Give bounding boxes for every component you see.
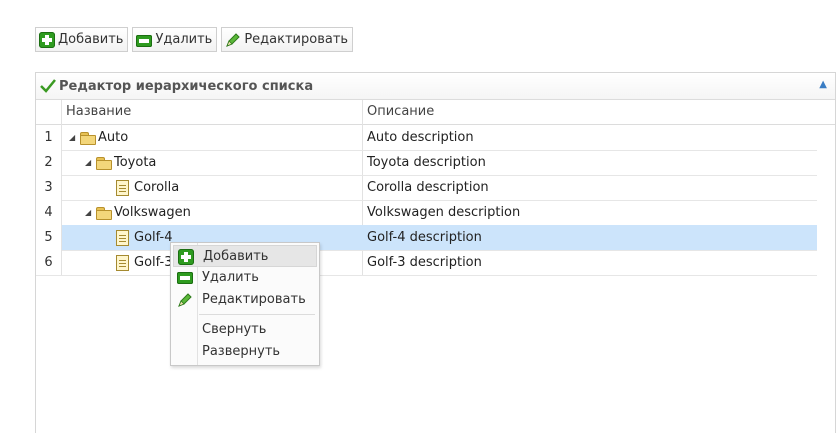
menu-item-delete[interactable]: Удалить [173,267,317,289]
tree-cell: Corolla [116,175,179,200]
menu-item-label: Свернуть [202,322,267,337]
menu-item-expand[interactable]: Развернуть [173,341,317,363]
panel-title: Редактор иерархического списка [59,78,314,94]
menu-item-collapse[interactable]: Свернуть [173,319,317,341]
toolbar: Добавить Удалить Редактировать [35,27,354,52]
tree-cell: Golf-3 [116,250,172,275]
add-button-label: Добавить [58,32,124,47]
pencil-icon [178,293,192,307]
folder-icon [96,156,112,170]
column-header-description[interactable]: Описание [367,100,434,124]
menu-item-label: Редактировать [202,292,306,307]
minus-icon [136,34,153,47]
description-cell: Golf-3 description [367,255,482,270]
description-cell: Auto description [367,130,474,145]
plus-icon [39,31,55,48]
menu-item-label: Добавить [203,249,269,264]
document-icon [116,229,129,246]
row-number: 1 [36,125,62,150]
expand-toggle-icon[interactable]: ◢ [85,208,94,217]
edit-button-label: Редактировать [244,32,349,47]
pencil-icon [226,32,241,47]
edit-button[interactable]: Редактировать [221,27,354,52]
collapse-panel-icon[interactable]: ▲ [819,79,827,90]
add-button[interactable]: Добавить [35,27,129,52]
minus-icon [177,272,193,284]
check-icon [40,79,56,93]
table-row[interactable]: 2 ◢ Toyota Toyota description [36,150,817,176]
row-number: 6 [36,250,62,275]
tree-node-label: Toyota [114,155,157,170]
description-cell: Corolla description [367,180,489,195]
tree-cell: ◢ Toyota [85,150,156,175]
table-row[interactable]: 6 Golf-3 Golf-3 description [36,250,817,276]
folder-icon [80,131,96,145]
description-cell: Toyota description [367,155,486,170]
menu-item-add[interactable]: Добавить [173,245,317,267]
menu-separator [199,314,315,315]
tree-node-label: Auto [98,130,129,145]
tree-node-label: Corolla [134,180,180,195]
expand-toggle-icon[interactable]: ◢ [85,158,94,167]
document-icon [116,179,129,196]
tree-node-label: Golf-3 [134,255,173,270]
row-number: 3 [36,175,62,200]
grid-header: Название Описание [36,100,835,125]
menu-item-edit[interactable]: Редактировать [173,289,317,311]
expand-toggle-icon[interactable]: ◢ [69,133,78,142]
tree-node-label: Golf-4 [134,230,173,245]
delete-button-label: Удалить [155,32,213,47]
row-number: 5 [36,225,62,250]
description-cell: Golf-4 description [367,230,482,245]
context-menu: Добавить Удалить Редактировать Свернуть … [170,242,320,366]
column-header-name[interactable]: Название [66,100,131,124]
table-row[interactable]: 4 ◢ Volkswagen Volkswagen description [36,200,817,226]
menu-item-label: Развернуть [202,344,281,359]
table-row[interactable]: 3 Corolla Corolla description [36,175,817,201]
tree-cell: Golf-4 [116,225,172,250]
folder-icon [96,206,112,220]
menu-item-label: Удалить [202,270,259,285]
document-icon [116,254,129,271]
tree-cell: ◢ Volkswagen [85,200,191,225]
row-number: 4 [36,200,62,225]
tree-node-label: Volkswagen [114,205,191,220]
plus-icon [178,249,194,265]
tree-grid-panel: Редактор иерархического списка ▲ Названи… [35,72,836,433]
delete-button[interactable]: Удалить [132,27,218,52]
table-row[interactable]: 1 ◢ Auto Auto description [36,125,817,151]
panel-header: Редактор иерархического списка ▲ [36,73,835,100]
description-cell: Volkswagen description [367,205,521,220]
row-number: 2 [36,150,62,175]
tree-cell: ◢ Auto [69,125,128,150]
table-row-selected[interactable]: 5 Golf-4 Golf-4 description [36,225,817,251]
